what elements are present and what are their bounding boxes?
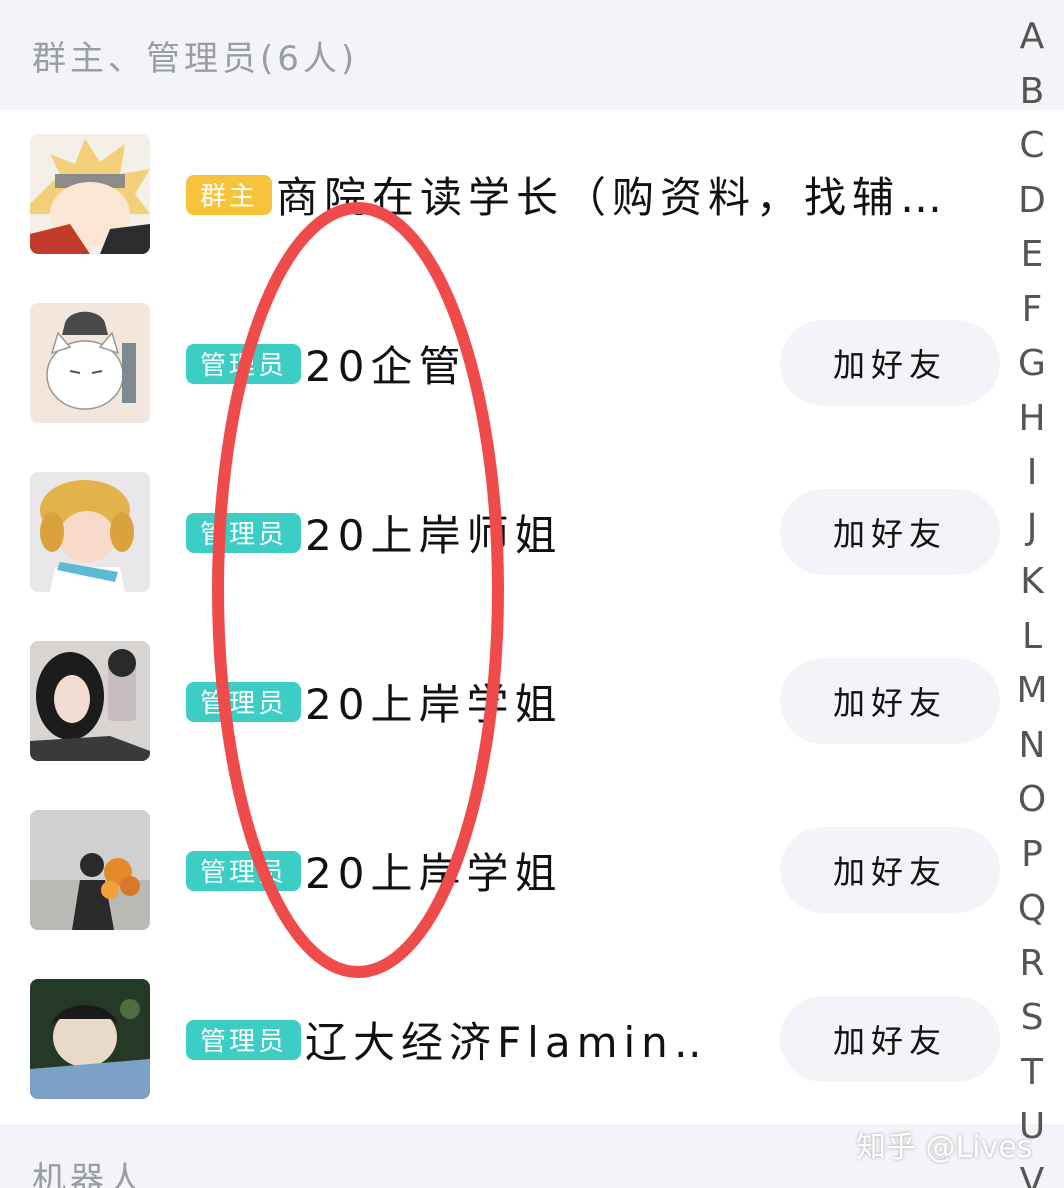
flowers-avatar-icon[interactable] — [30, 810, 150, 930]
section-header-robots-label: 机器人 — [32, 1160, 146, 1188]
alphabet-index-letter[interactable]: S — [1000, 991, 1064, 1046]
child-hat-avatar-icon[interactable] — [30, 472, 150, 592]
admin-badge: 管理员 — [186, 850, 302, 891]
alphabet-index-letter[interactable]: G — [1000, 337, 1064, 392]
member-row[interactable]: 管理员 辽大经济Flamin… 加好友 — [0, 955, 1000, 1124]
member-row-owner[interactable]: 群主 商院在读学长（购资料，找辅… — [0, 110, 1000, 279]
member-name: 20上岸学姐 — [305, 849, 563, 898]
section-header-admins-label: 群主、管理员(6人) — [32, 38, 359, 79]
member-name-wrap: 群主 商院在读学长（购资料，找辅… — [186, 110, 948, 279]
alphabet-index-letter[interactable]: Q — [1000, 882, 1064, 937]
member-row[interactable]: 管理员 20上岸师姐 加好友 — [0, 448, 1000, 617]
alphabet-index-letter[interactable]: B — [1000, 65, 1064, 120]
alphabet-index[interactable]: ABCDEFGHIJKLMNOPQRSTUV — [1000, 10, 1064, 1188]
member-name-wrap: 管理员 20企管 — [186, 279, 466, 448]
cat-avatar-icon[interactable] — [30, 303, 150, 423]
section-header-admins: 群主、管理员(6人) — [0, 0, 1064, 110]
admin-badge: 管理员 — [186, 512, 302, 553]
alphabet-index-letter[interactable]: A — [1000, 10, 1064, 65]
alphabet-index-letter[interactable]: I — [1000, 446, 1064, 501]
alphabet-index-letter[interactable]: D — [1000, 174, 1064, 229]
alphabet-index-letter[interactable]: F — [1000, 283, 1064, 338]
alphabet-index-letter[interactable]: N — [1000, 719, 1064, 774]
admin-badge: 管理员 — [186, 1019, 302, 1060]
alphabet-index-letter[interactable]: T — [1000, 1046, 1064, 1101]
member-name-wrap: 管理员 辽大经济Flamin… — [186, 955, 705, 1124]
alphabet-index-letter[interactable]: C — [1000, 119, 1064, 174]
member-name: 辽大经济Flamin… — [305, 1018, 706, 1067]
alphabet-index-letter[interactable]: J — [1000, 501, 1064, 556]
alphabet-index-letter[interactable]: E — [1000, 228, 1064, 283]
add-friend-button[interactable]: 加好友 — [780, 489, 1000, 575]
anime-avatar-icon[interactable] — [30, 134, 150, 254]
member-row[interactable]: 管理员 20上岸学姐 加好友 — [0, 617, 1000, 786]
watermark: 知乎 @Lives — [856, 1130, 1033, 1165]
member-name: 20上岸师姐 — [305, 511, 563, 560]
member-name: 商院在读学长（购资料，找辅… — [276, 173, 949, 222]
member-name: 20企管 — [305, 342, 467, 391]
admin-badge: 管理员 — [186, 343, 302, 384]
member-name-wrap: 管理员 20上岸学姐 — [186, 786, 562, 955]
boy-avatar-icon[interactable] — [30, 979, 150, 1099]
alphabet-index-letter[interactable]: H — [1000, 392, 1064, 447]
add-friend-button[interactable]: 加好友 — [780, 827, 1000, 913]
member-name: 20上岸学姐 — [305, 680, 563, 729]
admin-badge: 管理员 — [186, 681, 302, 722]
add-friend-button[interactable]: 加好友 — [780, 658, 1000, 744]
girl-selfie-avatar-icon[interactable] — [30, 641, 150, 761]
alphabet-index-letter[interactable]: K — [1000, 555, 1064, 610]
alphabet-index-letter[interactable]: M — [1000, 664, 1064, 719]
member-name-wrap: 管理员 20上岸师姐 — [186, 448, 562, 617]
member-list: 群主 商院在读学长（购资料，找辅… 管理员 20企管 加好友 管理员 20上岸师… — [0, 110, 1000, 1124]
member-name-wrap: 管理员 20上岸学姐 — [186, 617, 562, 786]
alphabet-index-letter[interactable]: P — [1000, 828, 1064, 883]
owner-badge: 群主 — [186, 174, 273, 215]
alphabet-index-letter[interactable]: O — [1000, 773, 1064, 828]
add-friend-button[interactable]: 加好友 — [780, 320, 1000, 406]
alphabet-index-letter[interactable]: R — [1000, 937, 1064, 992]
group-members-screen: 群主、管理员(6人) 群主 商院在读学长（购资料，找辅… 管理员 20企管 加好… — [0, 0, 1064, 1188]
add-friend-button[interactable]: 加好友 — [780, 996, 1000, 1082]
alphabet-index-letter[interactable]: L — [1000, 610, 1064, 665]
member-row[interactable]: 管理员 20企管 加好友 — [0, 279, 1000, 448]
member-row[interactable]: 管理员 20上岸学姐 加好友 — [0, 786, 1000, 955]
